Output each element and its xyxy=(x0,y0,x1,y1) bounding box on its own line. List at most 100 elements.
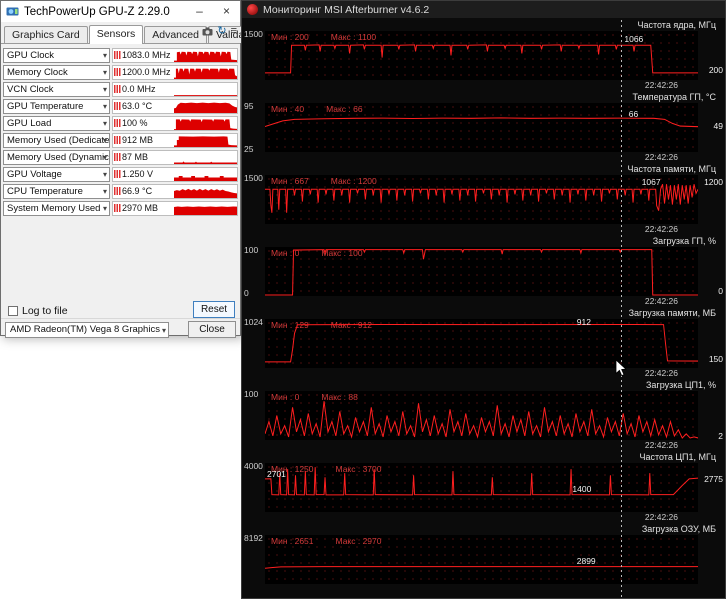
tab-graphics-card[interactable]: Graphics Card xyxy=(4,26,88,43)
tab-sensors[interactable]: Sensors xyxy=(89,25,144,44)
sensor-value: 1083.0 MHz xyxy=(122,49,174,62)
graph-plot: 1500 Мин : 200Макс : 1100 1066 200 xyxy=(265,31,698,80)
sensor-row-gpu-temperature: GPU Temperature▾ 63.0 °C xyxy=(3,99,238,114)
sensor-sparkline xyxy=(174,66,237,79)
sensor-select-memory-clock[interactable]: Memory Clock▾ xyxy=(3,65,110,80)
sensor-row-gpu-load: GPU Load▾ 100 % xyxy=(3,116,238,131)
device-select[interactable]: AMD Radeon(TM) Vega 8 Graphics ▾ xyxy=(5,322,169,338)
graph-plot: 4000 Мин : 1250Макс : 3700 2701 1400 277… xyxy=(265,463,698,512)
sensor-value-cell: 66.9 °C xyxy=(112,184,238,199)
chevron-down-icon: ▾ xyxy=(103,185,107,198)
graph-plot: 8192 Мин : 2651Макс : 2970 2899 xyxy=(265,535,698,584)
graph-gpu-temperature: Температура ГП, °C 95 25 Мин : 40Макс : … xyxy=(242,92,725,164)
graph-gpu-usage: Загрузка ГП, % 100 0 Мин : 0Макс : 100 0… xyxy=(242,236,725,308)
axis-max-label: 1024 xyxy=(244,317,263,327)
sensor-select-vcn-clock[interactable]: VCN Clock▾ xyxy=(3,82,110,97)
time-label: 22:42:26 xyxy=(242,512,725,524)
sensor-sparkline xyxy=(174,49,237,62)
graph-plot: 1024 Мин : 129Макс : 912 912 150 xyxy=(265,319,698,368)
sensor-value-cell: 1200.0 MHz xyxy=(112,65,238,80)
sensor-select-cpu-temperature[interactable]: CPU Temperature▾ xyxy=(3,184,110,199)
sensor-value: 63.0 °C xyxy=(122,100,174,113)
start-value-label: 2701 xyxy=(267,469,286,479)
afterburner-title-bar[interactable]: Мониторинг MSI Afterburner v4.6.2 xyxy=(242,1,725,18)
graph-title: Загрузка ЦП1, % xyxy=(242,380,725,391)
axis-max-label: 95 xyxy=(244,101,253,111)
current-value-label: 1400 xyxy=(572,484,591,494)
refresh-icon[interactable]: ↻ xyxy=(217,26,226,37)
minimize-icon[interactable]: – xyxy=(186,2,213,22)
axis-max-label: 4000 xyxy=(244,461,263,471)
sensor-row-gpu-clock: GPU Clock▾ 1083.0 MHz xyxy=(3,48,238,63)
sensor-select-gpu-voltage[interactable]: GPU Voltage▾ xyxy=(3,167,110,182)
graph-core-clock: Частота ядра, МГц 1500 Мин : 200Макс : 1… xyxy=(242,20,725,92)
axis-max-label: 1500 xyxy=(244,173,263,183)
mini-graph-icon xyxy=(114,119,121,127)
sensor-sparkline xyxy=(174,168,237,181)
graph-memory-clock: Частота памяти, МГц 1500 Мин : 667Макс :… xyxy=(242,164,725,236)
latest-value-label: 2 xyxy=(718,431,723,441)
close-icon[interactable]: × xyxy=(213,2,240,22)
sensor-name: GPU Clock xyxy=(7,50,54,61)
sensor-value: 1200.0 MHz xyxy=(122,66,174,79)
reset-button[interactable]: Reset xyxy=(193,301,235,318)
time-label: 22:42:26 xyxy=(242,80,725,92)
sensor-sparkline xyxy=(174,83,237,96)
camera-icon[interactable] xyxy=(202,27,213,36)
sensor-sparkline xyxy=(174,117,237,130)
gpuz-app-icon xyxy=(6,5,19,18)
time-label: 22:42:26 xyxy=(242,368,725,380)
afterburner-window: Мониторинг MSI Afterburner v4.6.2 Частот… xyxy=(241,0,726,599)
mini-graph-icon xyxy=(114,204,121,212)
axis-max-label: 1500 xyxy=(244,29,263,39)
sensor-value: 100 % xyxy=(122,117,174,130)
sensor-name: VCN Clock xyxy=(7,84,53,95)
sensor-value-cell: 0.0 MHz xyxy=(112,82,238,97)
chevron-down-icon: ▾ xyxy=(162,324,166,338)
graph-title: Частота ядра, МГц xyxy=(242,20,725,31)
sensor-select-memory-used-dynamic[interactable]: Memory Used (Dynamic)▾ xyxy=(3,150,110,165)
axis-min-label: 25 xyxy=(244,144,253,154)
log-to-file-checkbox[interactable]: Log to file xyxy=(8,305,68,317)
sensor-sparkline xyxy=(174,100,237,113)
sensor-value-cell: 2970 MB xyxy=(112,201,238,216)
chevron-down-icon: ▾ xyxy=(103,100,107,113)
gpuz-title-bar[interactable]: TechPowerUp GPU-Z 2.29.0 – × xyxy=(1,1,240,22)
sensor-value-cell: 1083.0 MHz xyxy=(112,48,238,63)
graph-plot: 100 0 Мин : 0Макс : 100 0 xyxy=(265,247,698,296)
axis-max-label: 100 xyxy=(244,245,258,255)
sensor-row-memory-used-dynamic: Memory Used (Dynamic)▾ 87 MB xyxy=(3,150,238,165)
graph-trace xyxy=(265,175,698,224)
sensor-select-system-memory-used[interactable]: System Memory Used▾ xyxy=(3,201,110,216)
sensor-value: 1.250 V xyxy=(122,168,174,181)
time-label: 22:42:26 xyxy=(242,296,725,308)
menu-icon[interactable]: ≡ xyxy=(231,26,237,37)
tab-advanced[interactable]: Advanced xyxy=(144,26,207,43)
latest-value-label: 1200 xyxy=(704,177,723,187)
sensor-select-gpu-load[interactable]: GPU Load▾ xyxy=(3,116,110,131)
current-value-label: 1066 xyxy=(624,34,643,44)
monitoring-graphs: Частота ядра, МГц 1500 Мин : 200Макс : 1… xyxy=(242,18,725,598)
latest-value-label: 150 xyxy=(709,354,723,364)
graph-title: Загрузка памяти, МБ xyxy=(242,308,725,319)
graph-title: Загрузка ОЗУ, МБ xyxy=(242,524,725,535)
graph-trace xyxy=(265,391,698,440)
latest-value-label: 200 xyxy=(709,65,723,75)
graph-trace xyxy=(265,319,698,368)
sensor-value: 87 MB xyxy=(122,151,174,164)
gpuz-tool-icons: ↻ ≡ xyxy=(202,26,237,37)
sensor-select-gpu-temperature[interactable]: GPU Temperature▾ xyxy=(3,99,110,114)
graph-trace xyxy=(265,535,698,584)
checkbox-icon[interactable] xyxy=(8,306,18,316)
sensor-select-memory-used-dedicated[interactable]: Memory Used (Dedicated)▾ xyxy=(3,133,110,148)
graph-plot: 95 25 Мин : 40Макс : 66 66 49 xyxy=(265,103,698,152)
sensor-row-vcn-clock: VCN Clock▾ 0.0 MHz xyxy=(3,82,238,97)
close-button[interactable]: Close xyxy=(188,321,236,338)
axis-max-label: 100 xyxy=(244,389,258,399)
device-select-value: AMD Radeon(TM) Vega 8 Graphics xyxy=(10,324,160,335)
sensor-row-memory-used-dedicated: Memory Used (Dedicated)▾ 912 MB xyxy=(3,133,238,148)
graph-title: Загрузка ГП, % xyxy=(242,236,725,247)
current-value-label: 1067 xyxy=(642,177,661,187)
sensor-select-gpu-clock[interactable]: GPU Clock▾ xyxy=(3,48,110,63)
sensor-value-cell: 1.250 V xyxy=(112,167,238,182)
